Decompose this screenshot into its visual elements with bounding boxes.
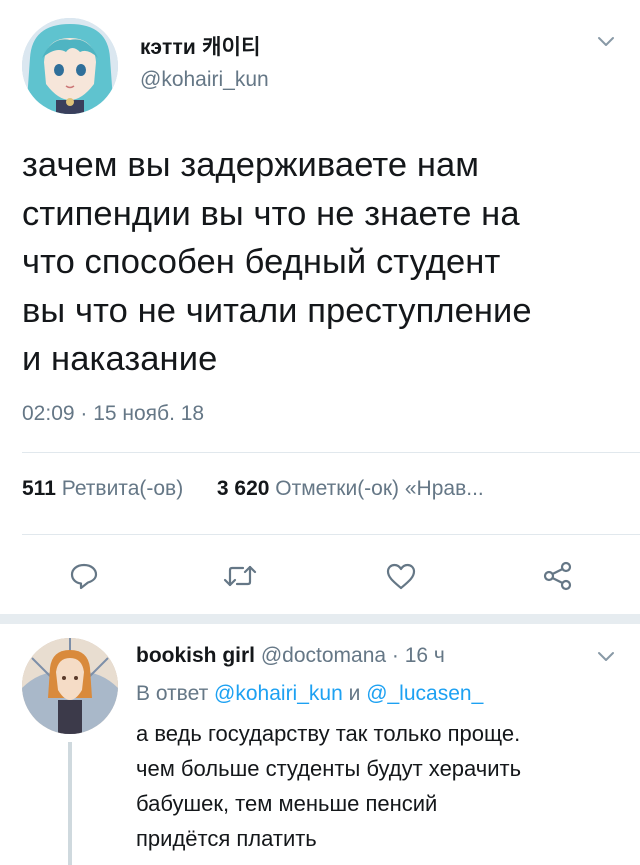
reply-text-line: придётся платить [136, 826, 317, 851]
author-avatar[interactable] [22, 18, 118, 114]
heart-icon [386, 563, 416, 590]
mention-link[interactable]: @kohairi_kun [214, 682, 343, 705]
reply-author-handle-time[interactable]: @doctomana · 16 ч [261, 644, 445, 667]
tweet-text-line: вы что не читали преступление [22, 291, 532, 330]
thread-line [68, 742, 72, 865]
tweet-timestamp[interactable]: 02:09 · 15 нояб. 18 [22, 402, 204, 426]
retweet-button[interactable] [220, 558, 260, 594]
tweet-text: зачем вы задерживаете нам стипендии вы ч… [22, 141, 622, 384]
tweet-text-line: стипендии вы что не знаете на [22, 194, 520, 233]
replying-to: В ответ @kohairi_kun и @_lucasen_ [136, 682, 483, 706]
author-display-name[interactable]: кэтти 캐이티 [140, 31, 261, 61]
like-button[interactable] [381, 558, 421, 594]
tweet-text-line: и наказание [22, 340, 218, 378]
reply-author-avatar[interactable] [22, 638, 118, 734]
reply-text-line: а ведь государству так только проще. [136, 721, 521, 746]
reply-text: а ведь государству так только проще. чем… [136, 716, 626, 856]
retweet-icon [223, 565, 257, 587]
reply-header: bookish girl @doctomana · 16 ч [136, 644, 445, 668]
retweet-count[interactable]: 511 [22, 477, 56, 500]
reply-text-line: чем больше студенты будут херачить [136, 756, 522, 781]
like-count-label[interactable]: Отметки(-ок) «Нрав... [275, 477, 483, 500]
share-button[interactable] [538, 558, 578, 594]
tweet-stats: 511 Ретвита(-ов) 3 620 Отметки(-ок) «Нра… [22, 477, 484, 501]
tweet-text-line: что способен бедный студент [22, 243, 501, 281]
divider [22, 534, 640, 535]
like-count[interactable]: 3 620 [217, 477, 270, 500]
retweet-count-label[interactable]: Ретвита(-ов) [62, 477, 183, 500]
reply-icon [70, 563, 98, 590]
tweet-text-line: зачем вы задерживаете нам [22, 146, 480, 184]
chevron-down-icon[interactable] [594, 645, 618, 669]
replying-prefix: В ответ [136, 682, 209, 705]
replying-connector: и [348, 682, 361, 705]
reply-text-line: бабушек, тем меньше пенсий [136, 791, 438, 816]
reply-author-name[interactable]: bookish girl [136, 644, 255, 667]
reply-button[interactable] [64, 558, 104, 594]
divider [22, 452, 640, 453]
section-separator [0, 614, 640, 624]
author-handle[interactable]: @kohairi_kun [140, 68, 269, 92]
chevron-down-icon[interactable] [594, 30, 618, 54]
mention-link[interactable]: @_lucasen_ [366, 682, 483, 705]
share-icon [543, 561, 572, 591]
